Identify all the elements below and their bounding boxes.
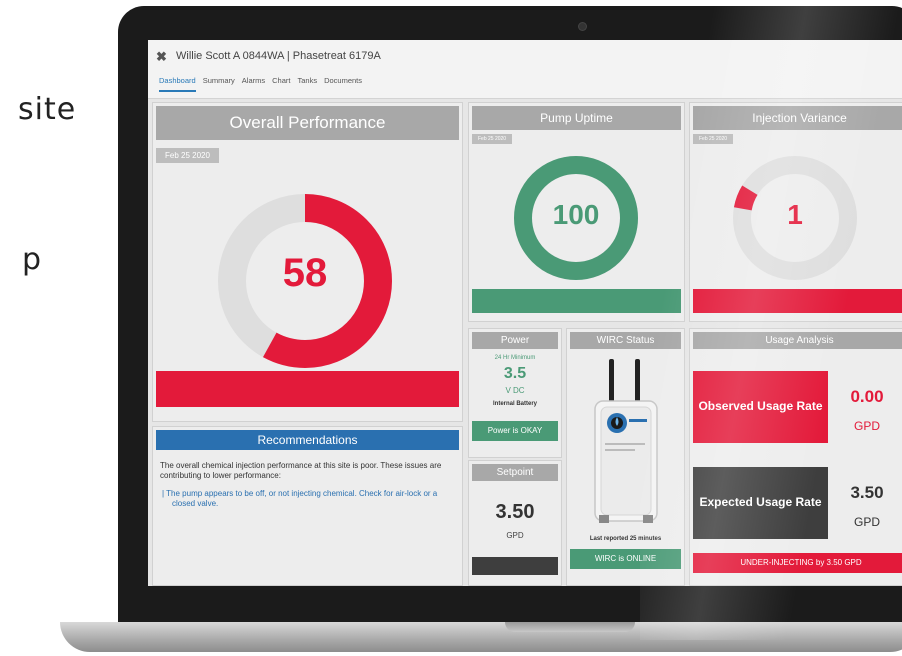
injection-score: 1 bbox=[787, 199, 803, 230]
power-subtitle: 24 Hr Minimum bbox=[494, 355, 536, 361]
power-value: 3.5 bbox=[503, 365, 527, 382]
wirc-status-panel: WIRC Status Last reported 25 minutes WIR… bbox=[566, 328, 685, 586]
setpoint-unit: GPD bbox=[506, 531, 524, 540]
setpoint-panel: Setpoint 3.50 GPD bbox=[468, 460, 562, 586]
top-bar: ✖ Willie Scott A 0844WA | Phasetreat 617… bbox=[148, 40, 902, 99]
overall-status-bar bbox=[156, 371, 459, 407]
wirc-reported: Last reported 25 minutes bbox=[589, 536, 662, 542]
observed-usage-unit: GPD bbox=[853, 419, 880, 433]
pump-date: Feb 25 2020 bbox=[472, 134, 513, 144]
recommendation-item: | The pump appears to be off, or not inj… bbox=[162, 489, 438, 508]
injection-status-bar bbox=[693, 289, 902, 313]
expected-usage-unit: GPD bbox=[853, 515, 880, 529]
tab-bar: Dashboard Summary Alarms Chart Tanks Doc… bbox=[159, 76, 362, 92]
wirc-device-image bbox=[594, 359, 658, 523]
injection-variance-panel: Injection Variance Feb 25 2020 1 bbox=[689, 102, 902, 322]
recommendations-panel: Recommendations The overall chemical inj… bbox=[152, 426, 463, 586]
pump-uptime-panel: Pump Uptime Feb 25 2020 100 bbox=[468, 102, 685, 322]
usage-analysis-panel: Usage Analysis Observed Usage Rate 0.00 … bbox=[689, 328, 902, 586]
recommendations-title: Recommendations bbox=[156, 430, 459, 450]
overall-date: Feb 25 2020 bbox=[156, 148, 219, 163]
tab-chart[interactable]: Chart bbox=[272, 76, 290, 92]
usage-alert: UNDER-INJECTING by 3.50 GPD bbox=[693, 553, 902, 573]
site-title: Willie Scott A 0844WA | Phasetreat 6179A bbox=[176, 50, 381, 62]
camera-icon bbox=[579, 23, 586, 30]
laptop-base bbox=[60, 622, 902, 652]
close-icon[interactable]: ✖ bbox=[156, 49, 167, 65]
injection-date: Feb 25 2020 bbox=[693, 134, 734, 144]
recommendations-text: The overall chemical injection performan… bbox=[160, 461, 442, 480]
expected-usage-value: 3.50 bbox=[850, 483, 884, 502]
expected-usage-label: Expected Usage Rate bbox=[693, 467, 828, 539]
setpoint-value: 3.50 bbox=[495, 501, 535, 523]
background-text-2: p bbox=[22, 242, 43, 277]
tab-tanks[interactable]: Tanks bbox=[297, 76, 317, 92]
power-unit: V DC bbox=[505, 386, 525, 395]
background-text-1: site bbox=[18, 92, 77, 127]
power-panel: Power 24 Hr Minimum 3.5 V DC Internal Ba… bbox=[468, 328, 562, 458]
setpoint-status-bar bbox=[472, 557, 558, 575]
laptop-notch bbox=[505, 622, 635, 632]
tab-documents[interactable]: Documents bbox=[324, 76, 362, 92]
wirc-title: WIRC Status bbox=[570, 332, 681, 349]
pump-score: 100 bbox=[552, 199, 600, 230]
power-source: Internal Battery bbox=[492, 401, 537, 407]
power-status: Power is OKAY bbox=[472, 421, 558, 441]
observed-usage-label: Observed Usage Rate bbox=[693, 371, 828, 443]
power-title: Power bbox=[472, 332, 558, 349]
setpoint-title: Setpoint bbox=[472, 464, 558, 481]
pump-status-bar bbox=[472, 289, 681, 313]
tab-alarms[interactable]: Alarms bbox=[242, 76, 265, 92]
app-screen: ✖ Willie Scott A 0844WA | Phasetreat 617… bbox=[148, 40, 902, 586]
tab-summary[interactable]: Summary bbox=[203, 76, 235, 92]
pump-uptime-title: Pump Uptime bbox=[472, 106, 681, 130]
overall-score: 58 bbox=[282, 251, 328, 295]
recommendation-item-text: The pump appears to be off, or not injec… bbox=[166, 489, 438, 508]
tab-dashboard[interactable]: Dashboard bbox=[159, 76, 196, 92]
wirc-status: WIRC is ONLINE bbox=[570, 549, 681, 569]
observed-usage-value: 0.00 bbox=[850, 387, 884, 406]
overall-performance-panel: Overall Performance Feb 25 2020 58 bbox=[152, 102, 463, 422]
usage-title: Usage Analysis bbox=[693, 332, 902, 349]
injection-variance-title: Injection Variance bbox=[693, 106, 902, 130]
overall-performance-title: Overall Performance bbox=[156, 106, 459, 140]
